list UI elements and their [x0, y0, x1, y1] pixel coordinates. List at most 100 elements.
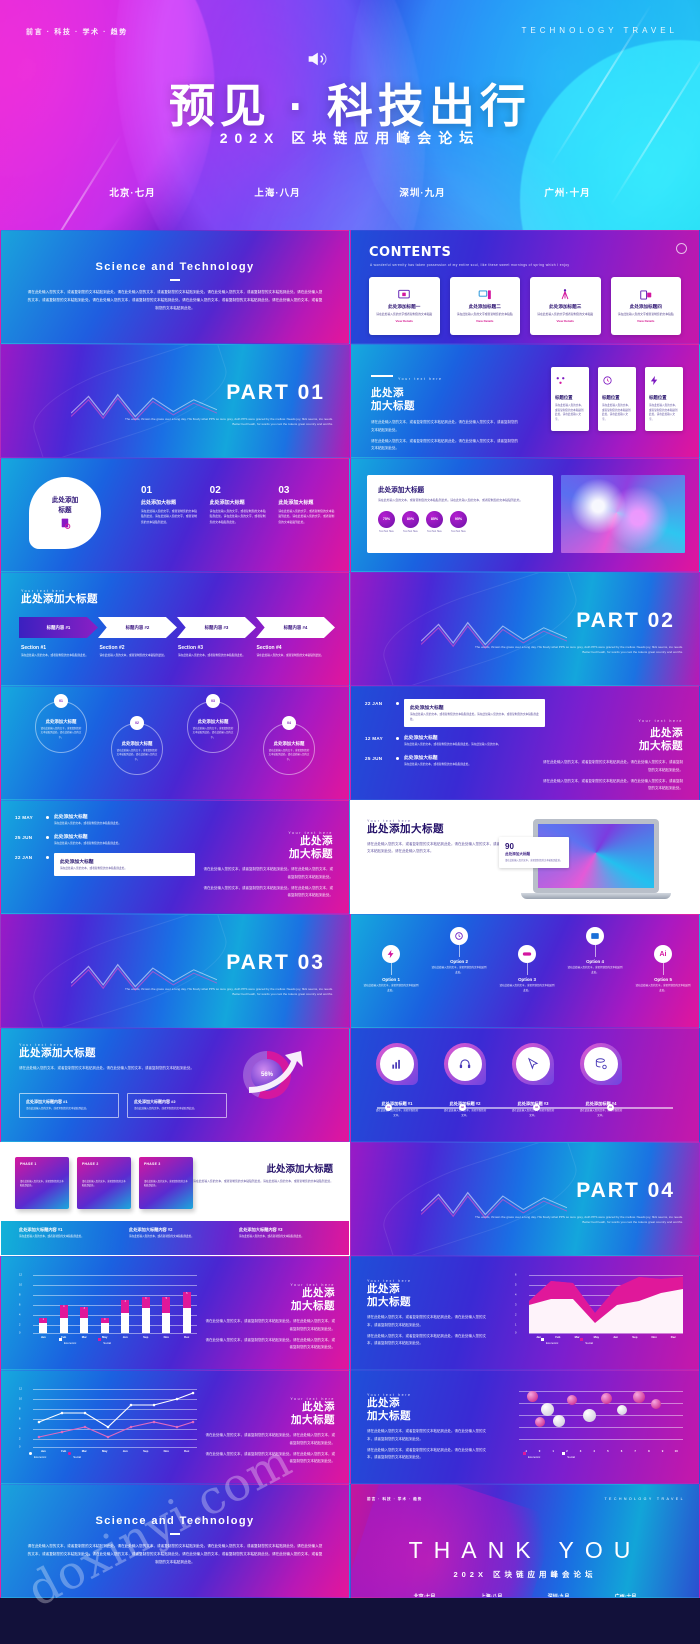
ppt-template-preview: 前言 · 科技 · 学术 · 趋势 TECHNOLOGY TRAVEL 预见 ·… [0, 0, 700, 1644]
step-dot[interactable]: 03 [533, 1104, 540, 1111]
arrow-step[interactable]: 标题内容 #2 [98, 617, 177, 638]
slide-process-arrows[interactable]: Your text here 此处添加大标题 标题内容 #1 标题内容 #2 标… [0, 572, 350, 686]
y-tick: 10 [19, 1283, 22, 1287]
box-body: 请在此处输入您的文本，或者复制您的文本粘贴到此处。 [26, 1107, 89, 1110]
slide-thank-you[interactable]: 前言 · 科技 · 学术 · 趋势 TECHNOLOGY TRAVEL THAN… [350, 1484, 700, 1598]
box-body: 请在此处输入您的文本，或者复制您的文本粘贴到此处。 [134, 1107, 197, 1110]
timeline-title: 此处添加大标题 [404, 736, 438, 742]
timeline-date: 12 MAY [365, 736, 383, 742]
legend-label: Economic [34, 1455, 47, 1459]
contents-card[interactable]: 此处添加标题一 请在此处输入您的文字或者复制您的文本粘贴 View Detail… [369, 277, 440, 335]
slide-part-01[interactable]: PART 01 The words, thrown the grass over… [0, 344, 350, 458]
contents-card[interactable]: 此处添加标题四 请在此处输入您的文字或者复制您的文本粘贴 View Detail… [610, 277, 681, 335]
timeline-row: 25 JUN 此处添加大标题 请在此处输入您的文本，或者复制您的文本粘贴到此处。 [365, 754, 545, 767]
part-label: PART 02 [576, 609, 675, 632]
x-tick: Sep [632, 1335, 638, 1339]
slide-four-bubbles[interactable]: 此处添加标题 #1 请在此处输入您的文本，或者复制您的文本。 此处添加标题 #2… [350, 1028, 700, 1142]
item-body: 请在此处输入您的文字，或者复制您的文本粘贴到此处。请在此处输入您的文字，或者复制… [278, 509, 335, 524]
percent-label: Text Text Here [403, 530, 418, 533]
arrow-step[interactable]: 标题内容 #1 [19, 617, 98, 638]
slide-timeline-right-title[interactable]: 22 JAN 此处添加大标题 请在此处输入您的文本，或者复制您的文本粘贴到此处。… [350, 686, 700, 800]
feature-card[interactable]: 标题位置 请在此处输入您的文本，或者复制您的文本粘贴到此处，请在此处输入文字。 [645, 367, 683, 431]
mini-card-label: PHASE 2 [82, 1162, 99, 1166]
card-more-link[interactable]: View Details [396, 319, 413, 324]
slide-chart-line[interactable]: 12 10 8 6 4 2 0 Jan Feb Mar May Jun Sep … [0, 1370, 350, 1484]
step-dot[interactable]: 02 [459, 1104, 466, 1111]
option-pin [450, 927, 468, 945]
slide-bubble-three[interactable]: 此处添加 标题 01 此处添加大标题 请在此处输入您的文字，或者复制您的文本粘贴… [0, 458, 350, 572]
arrow-step[interactable]: 标题内容 #3 [177, 617, 256, 638]
stat-number: 90 [505, 842, 514, 851]
slide-three-cards[interactable]: Your text here 此处添 加大标题 请在此处输入您的文本，或者复制您… [350, 344, 700, 458]
chain-node[interactable]: 03 此处添加大标题 请在此处输入您的文字，或者复制您的文本粘贴到此处。请在此处… [187, 694, 239, 753]
slide-science-intro[interactable]: Science and Technology 请在此处输入您的文本，或者复制您的… [0, 230, 350, 344]
thankyou-city: 上海·八月 [480, 1594, 503, 1598]
card-more-link[interactable]: View Details [637, 319, 654, 324]
desktop-icon [478, 290, 491, 300]
option-body: 请在此处输入您的文字，或者复制您的文本粘贴到此处。 [431, 966, 487, 974]
title-line-1: 此处添 [302, 1287, 335, 1299]
hero-city: 北京·七月 [109, 188, 156, 199]
bubble-point [567, 1395, 577, 1405]
arrow-step[interactable]: 标题内容 #4 [256, 617, 335, 638]
slide-part-04[interactable]: PART 04 The words, thrown the grass over… [350, 1142, 700, 1256]
legend-item: Social [562, 1445, 575, 1463]
mini-card[interactable]: PHASE 1 请在此处输入您的文本，或者复制您的文本粘贴到此处。 [15, 1157, 69, 1209]
feature-card[interactable]: 标题位置 请在此处输入您的文本，或者复制您的文本粘贴到此处，请在此处输入文字。 [598, 367, 636, 431]
option-item[interactable]: Option 3 请在此处输入您的文字，或者复制您的文本粘贴到此处。 [499, 945, 555, 993]
step-dot[interactable]: 04 [607, 1104, 614, 1111]
x-tick: Jun [122, 1449, 128, 1453]
percent-label: Text Text Here [451, 530, 466, 533]
contents-card[interactable]: 此处添加标题二 请在此处输入您的文字或者复制您的文本粘贴 View Detail… [449, 277, 520, 335]
option-list: Option 1 请在此处输入您的文字，或者复制您的文本粘贴到此处。 Optio… [351, 915, 699, 1027]
timeline-row: 22 JAN 此处添加大标题 请在此处输入您的文本，或者复制您的文本粘贴到此处。… [365, 699, 545, 728]
slide-panel-image[interactable]: 此处添加大标题 请在此处输入您的文本，或者复制您的文本粘贴到此处。请在此处输入您… [350, 458, 700, 572]
percent-label: Text Text Here [427, 530, 442, 533]
chain-node[interactable]: 02 此处添加大标题 请在此处输入您的文字，或者复制您的文本粘贴到此处。请在此处… [111, 716, 163, 775]
slide-timeline-left[interactable]: 12 MAY 此处添加大标题 请在此处输入您的文本，或者复制您的文本粘贴到此处。… [0, 800, 350, 914]
body-paragraph-2: 请在此处输入您的文本，或者复制您的文本粘贴到此处。请在此处输入您的文本，或者复制… [371, 438, 518, 451]
option-title: Option 4 [586, 959, 604, 964]
slide-options-five[interactable]: Option 1 请在此处输入您的文字，或者复制您的文本粘贴到此处。 Optio… [350, 914, 700, 1028]
outlined-box[interactable]: 此处添加大标题内容 #1 请在此处输入您的文本，或者复制您的文本粘贴到此处。 [19, 1093, 119, 1118]
feature-card[interactable]: 标题位置 请在此处输入您的文本，或者复制您的文本粘贴到此处，请在此处输入文字。 [551, 367, 589, 431]
timeline-row: 12 MAY 此处添加大标题 请在此处输入您的文本，或者复制您的文本粘贴到此处。 [15, 813, 195, 826]
bubble-shape [580, 1043, 622, 1085]
outlined-box[interactable]: 此处添加大标题内容 #2 请在此处输入您的文本，或者复制您的文本粘贴到此处。 [127, 1093, 227, 1118]
y-tick: 3 [515, 1303, 517, 1307]
chain-node[interactable]: 01 此处添加大标题 请在此处输入您的文字，或者复制您的文本粘贴到此处。请在此处… [35, 694, 87, 753]
body-paragraph-1: 请在此处输入您的文本，或者复制您的文本粘贴到此处。请在此处输入您的文本，或者复制… [371, 420, 518, 432]
contents-card[interactable]: 此处添加标题三 请在此处输入您的文字或者复制您的文本粘贴 View Detail… [530, 277, 601, 335]
slide-part-02[interactable]: PART 02 The words, thrown the grass over… [350, 572, 700, 686]
slide-circle-chain[interactable]: 01 此处添加大标题 请在此处输入您的文字，或者复制您的文本粘贴到此处。请在此处… [0, 686, 350, 800]
node-body: 请在此处输入您的文字，或者复制您的文本粘贴到此处。请在此处输入您的文字。 [116, 749, 158, 761]
bubble-inner [380, 1047, 414, 1081]
mini-card[interactable]: PHASE 2 请在此处输入您的文本，或者复制您的文本粘贴到此处。 [77, 1157, 131, 1209]
window-icon [591, 933, 599, 939]
slide-contents[interactable]: CONTENTS A wonderful serenity has taken … [350, 230, 700, 344]
option-item[interactable]: Option 4 请在此处输入您的文字，或者复制您的文本粘贴到此处。 [567, 927, 623, 975]
card-more-link[interactable]: View Details [557, 319, 574, 324]
option-item[interactable]: Option 1 请在此处输入您的文字，或者复制您的文本粘贴到此处。 [363, 945, 419, 993]
slide-chart-bar[interactable]: 12 10 8 6 4 2 0 1 4 3 0 4 3 5 5 Jan Feb … [0, 1256, 350, 1370]
timeline-dot [396, 702, 399, 705]
y-tick: 10 [19, 1397, 22, 1401]
section-body: 请在此处输入您的文本，或者复制您的文本粘贴到此处。 [21, 654, 89, 657]
slide-part-03[interactable]: PART 03 The words, thrown the grass over… [0, 914, 350, 1028]
bubble-body: 请在此处输入您的文本，或者复制您的文本。 [511, 1109, 555, 1117]
slide-chart-bubble[interactable]: Your text here 此处添 加大标题 请在此处输入您的文本，或者复制您… [350, 1370, 700, 1484]
card-more-link[interactable]: View Details [476, 319, 493, 324]
slide-laptop-mockup[interactable]: Your text here 此处添加大标题 请在此处输入您的文本，或者复制您的… [350, 800, 700, 914]
slide-chart-area[interactable]: Your text here 此处添 加大标题 请在此处输入您的文本，或者复制您… [350, 1256, 700, 1370]
slide-mini-cards[interactable]: PHASE 1 请在此处输入您的文本，或者复制您的文本粘贴到此处。 PHASE … [0, 1142, 350, 1256]
chain-node[interactable]: 04 此处添加大标题 请在此处输入您的文字，或者复制您的文本粘贴到此处。请在此处… [263, 716, 315, 775]
step-dot[interactable]: 01 [385, 1104, 392, 1111]
title-line-2: 加大标题 [367, 1410, 411, 1423]
option-item[interactable]: Ai Option 5 请在此处输入您的文字，或者复制您的文本粘贴到此处。 [635, 945, 691, 993]
body-paragraph-2: 请在此处输入您的文本，或者复制您的文本粘贴到此处。请在此处输入您的文本，或者复制… [367, 1333, 486, 1346]
part-label: PART 04 [576, 1179, 675, 1202]
slide-gauge[interactable]: Your text here 此处添加大标题 请在此处输入您的文本，或者复制您的… [0, 1028, 350, 1142]
option-item[interactable]: Option 2 请在此处输入您的文字，或者复制您的文本粘贴到此处。 [431, 927, 487, 975]
bubble-shape [376, 1043, 418, 1085]
slide-science-closing[interactable]: Science and Technology 请在此处输入您的文本，或者复制您的… [0, 1484, 350, 1598]
